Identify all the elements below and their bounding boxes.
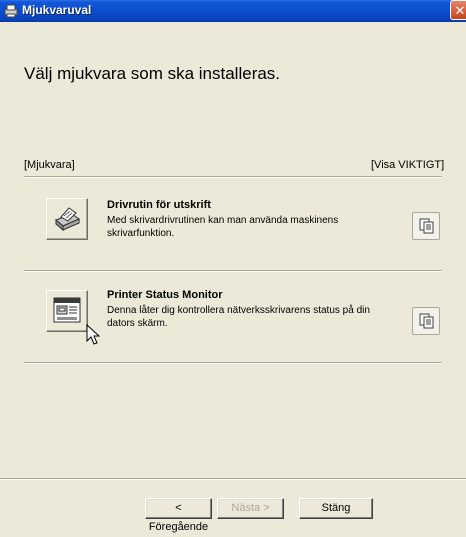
install-status-monitor-button[interactable] xyxy=(46,290,88,332)
view-important-button[interactable] xyxy=(412,307,440,335)
software-column-header: [Mjukvara] xyxy=(24,159,75,171)
item-title: Drivrutin för utskrift xyxy=(107,199,211,211)
document-icon xyxy=(419,218,434,234)
view-important-button[interactable] xyxy=(412,212,440,240)
page-title: Välj mjukvara som ska installeras. xyxy=(24,64,281,83)
title-bar: Mjukvaruval ✕ xyxy=(0,0,466,22)
back-button[interactable]: < Föregående xyxy=(145,498,212,533)
show-important-header: [Visa VIKTIGT] xyxy=(371,159,445,171)
separator xyxy=(24,362,442,364)
item-description: Denna låter dig kontrollera nätverksskri… xyxy=(107,305,370,329)
next-button[interactable]: Nästa > xyxy=(217,498,284,519)
item-description: Med skrivardrivrutinen kan man använda m… xyxy=(107,215,339,239)
separator xyxy=(24,270,442,272)
close-icon[interactable]: ✕ xyxy=(450,0,466,20)
mouse-cursor-icon xyxy=(86,324,101,345)
separator xyxy=(24,176,442,178)
footer-separator xyxy=(0,478,466,480)
close-button[interactable]: Stäng xyxy=(299,498,373,519)
document-icon xyxy=(419,313,434,329)
status-monitor-icon xyxy=(53,297,81,323)
app-icon xyxy=(3,3,19,19)
install-printer-driver-button[interactable] xyxy=(46,198,88,240)
window-title: Mjukvaruval xyxy=(22,3,92,17)
item-title: Printer Status Monitor xyxy=(107,289,223,301)
printer-icon xyxy=(55,207,81,232)
